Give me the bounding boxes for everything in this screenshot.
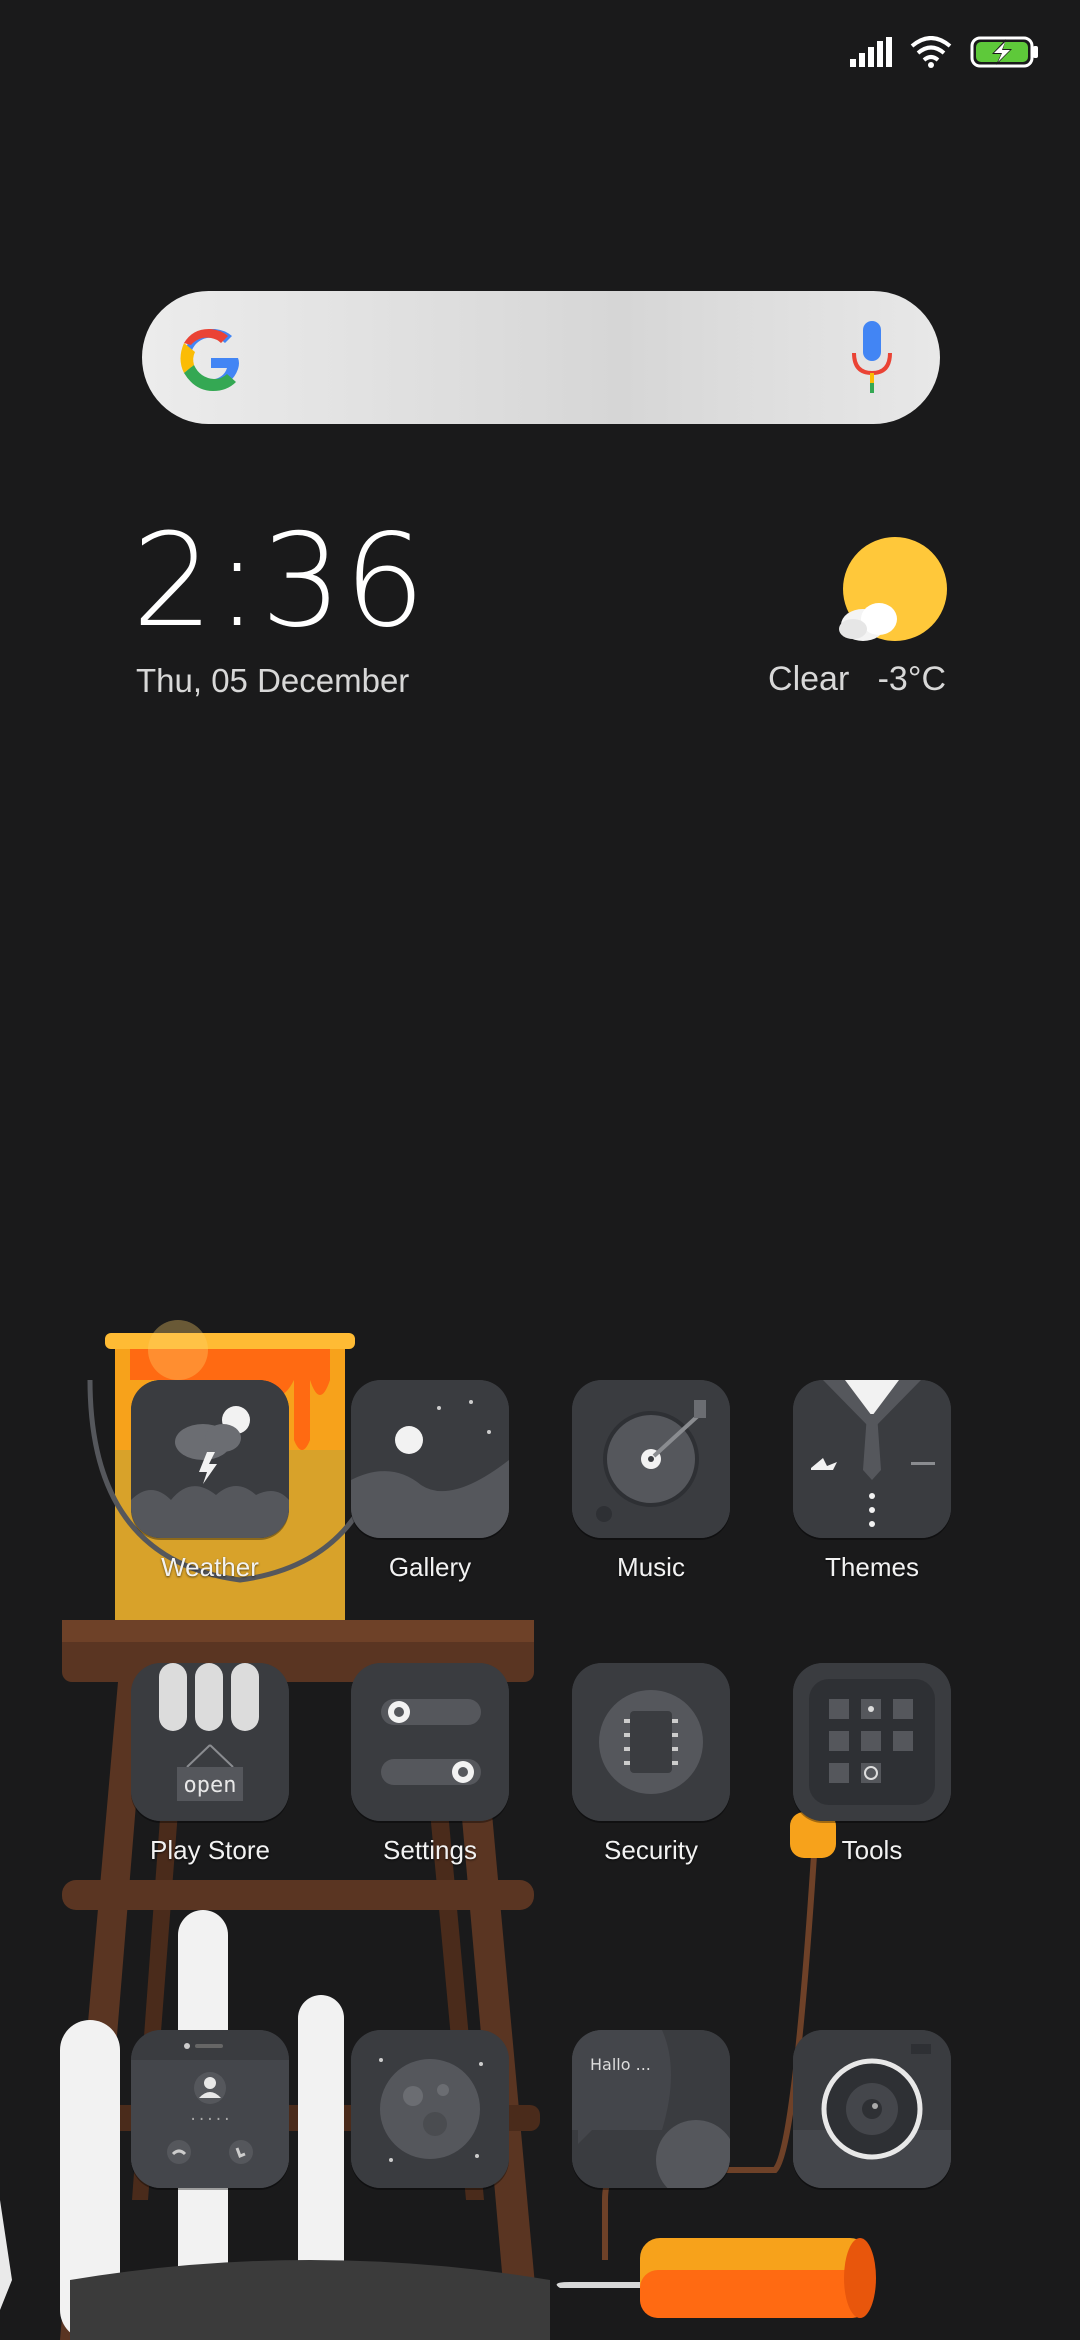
messaging-icon: Hallo ... — [572, 2030, 730, 2188]
status-bar — [850, 30, 1040, 74]
mic-icon[interactable] — [850, 321, 894, 395]
app-settings[interactable]: Settings — [350, 1663, 510, 1866]
weather-condition: Clear — [768, 660, 850, 698]
message-preview-text: Hallo ... — [590, 2055, 651, 2074]
app-label: Gallery — [388, 1552, 472, 1582]
open-sign-text: open — [184, 1773, 237, 1798]
app-label: Play Store — [150, 1835, 270, 1865]
app-play-store[interactable]: open Play Store — [130, 1663, 290, 1866]
app-music[interactable]: Music — [571, 1380, 731, 1583]
app-tools[interactable]: Tools — [792, 1663, 952, 1866]
tools-app-icon — [793, 1663, 951, 1821]
svg-text:.....: ..... — [189, 2108, 231, 2124]
app-label: Security — [604, 1835, 698, 1865]
google-search-bar[interactable] — [142, 291, 940, 424]
wifi-icon — [910, 36, 952, 68]
dock-camera[interactable] — [792, 2030, 952, 2188]
app-themes[interactable]: Themes — [792, 1380, 952, 1583]
security-app-icon — [572, 1663, 730, 1821]
app-label: Tools — [841, 1835, 903, 1865]
sun-cloud-icon[interactable] — [835, 537, 950, 647]
app-label: Weather — [161, 1552, 259, 1582]
app-security[interactable]: Security — [571, 1663, 731, 1866]
dock-messaging[interactable]: Hallo ... — [571, 2030, 731, 2188]
clock-time[interactable]: 2:36 — [132, 518, 427, 646]
signal-icon — [850, 37, 892, 67]
weather-summary[interactable]: Clear -3°C — [768, 660, 946, 699]
camera-icon — [793, 2030, 951, 2188]
app-label: Music — [617, 1552, 685, 1582]
dock-phone[interactable]: ..... — [130, 2030, 290, 2188]
weather-app-icon — [131, 1380, 289, 1538]
dock-browser[interactable] — [350, 2030, 510, 2188]
google-g-icon — [180, 328, 239, 391]
play-store-app-icon: open — [131, 1663, 289, 1821]
music-app-icon — [572, 1380, 730, 1538]
app-label: Settings — [383, 1835, 477, 1865]
settings-app-icon — [351, 1663, 509, 1821]
app-label: Themes — [825, 1552, 919, 1582]
app-gallery[interactable]: Gallery — [350, 1380, 510, 1583]
gallery-app-icon — [351, 1380, 509, 1538]
browser-icon — [351, 2030, 509, 2188]
weather-temperature: -3°C — [877, 660, 946, 698]
phone-icon: ..... — [131, 2030, 289, 2188]
themes-app-icon — [793, 1380, 951, 1538]
clock-date[interactable]: Thu, 05 December — [136, 662, 409, 700]
app-weather[interactable]: Weather — [130, 1380, 290, 1583]
battery-charging-icon — [970, 36, 1038, 68]
